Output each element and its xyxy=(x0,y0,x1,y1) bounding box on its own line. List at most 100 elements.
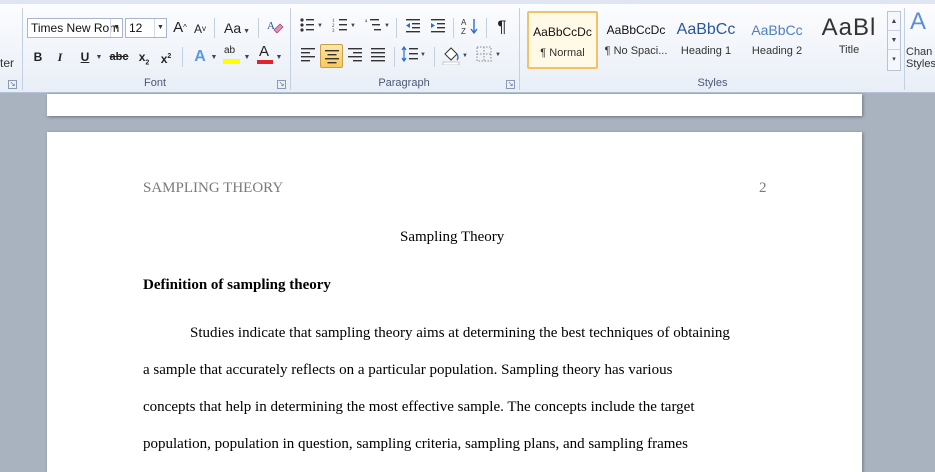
font-name-combo[interactable]: Times New Rom ▼ xyxy=(27,18,123,38)
previous-page-bottom xyxy=(47,94,862,116)
separator xyxy=(214,18,215,38)
clipboard-dialog-launcher[interactable]: ↘ xyxy=(8,80,17,89)
sort-icon[interactable]: AZ xyxy=(459,16,481,38)
separator xyxy=(258,18,259,38)
change-styles-label-2: Styles xyxy=(906,58,935,70)
paragraph-line: population, population in question, samp… xyxy=(143,436,688,452)
ribbon: ter ↘ Times New Rom ▼ 12 ▼ A^ Av Aa ▼ A … xyxy=(0,0,935,93)
chevron-down-icon[interactable]: ▼ xyxy=(275,46,283,68)
styles-group-label: Styles xyxy=(697,77,728,89)
style-no-spacing[interactable]: AaBbCcDc ¶ No Spaci... xyxy=(601,11,671,69)
svg-text:3: 3 xyxy=(332,29,335,34)
document-page[interactable]: SAMPLING THEORY 2 Sampling Theory Defini… xyxy=(47,132,862,472)
bullets-button[interactable]: ▼ xyxy=(298,16,324,38)
style-name: ¶ No Spaci... xyxy=(604,45,668,57)
svg-text:▼: ▼ xyxy=(495,52,501,58)
svg-text:▼: ▼ xyxy=(420,52,426,58)
style-sample: AaBbCc xyxy=(676,21,736,38)
svg-text:Z: Z xyxy=(461,27,466,36)
svg-text:▼: ▼ xyxy=(317,23,323,29)
separator xyxy=(396,18,397,38)
shading-icon[interactable]: ▼ xyxy=(440,45,470,67)
style-title[interactable]: AaBl Title xyxy=(816,11,882,69)
font-size-value: 12 xyxy=(129,21,143,35)
paragraph-line: Studies indicate that sampling theory ai… xyxy=(190,325,730,341)
change-styles-label-1: Chan xyxy=(906,46,933,58)
bold-button[interactable]: B xyxy=(29,46,47,68)
font-color-button[interactable]: A xyxy=(256,43,274,68)
separator xyxy=(486,18,487,38)
decrease-indent-icon[interactable] xyxy=(403,16,423,38)
style-sample: AaBl xyxy=(821,14,877,41)
highlight-color-button[interactable]: ab xyxy=(222,44,242,68)
font-group-label: Font xyxy=(143,77,166,89)
style-sample: AaBbCcDc xyxy=(533,25,592,39)
style-name: Title xyxy=(838,44,860,56)
style-name: Heading 1 xyxy=(680,45,732,57)
chevron-down-icon[interactable]: ▼ xyxy=(210,46,218,68)
svg-text:▼: ▼ xyxy=(350,23,356,29)
document-title: Sampling Theory xyxy=(400,229,505,245)
scroll-down-icon[interactable]: ▼ xyxy=(888,31,900,50)
running-head: SAMPLING THEORY xyxy=(143,180,284,196)
strikethrough-button[interactable]: abc xyxy=(108,46,130,68)
show-formatting-marks-button[interactable]: ¶ xyxy=(493,16,511,38)
separator xyxy=(394,47,395,67)
style-normal[interactable]: AaBbCcDc ¶ Normal xyxy=(527,11,598,69)
svg-text:▼: ▼ xyxy=(462,53,468,59)
chevron-down-icon[interactable]: ▼ xyxy=(95,46,103,68)
ribbon-top-strip xyxy=(0,0,935,4)
change-case-button[interactable]: Aa ▼ xyxy=(222,17,252,39)
italic-button[interactable]: I xyxy=(52,46,68,68)
separator xyxy=(453,18,454,38)
separator xyxy=(904,8,905,90)
grow-font-button[interactable]: A^ xyxy=(171,17,189,39)
underline-button[interactable]: U xyxy=(76,46,94,68)
subscript-button[interactable]: x2 xyxy=(136,46,152,68)
chevron-down-icon[interactable]: ▼ xyxy=(243,46,251,68)
chevron-down-icon[interactable]: ▼ xyxy=(154,19,166,37)
multilevel-list-button[interactable]: a ▼ xyxy=(364,16,392,38)
align-center-icon[interactable] xyxy=(320,44,343,68)
change-styles-icon: A xyxy=(910,8,927,35)
separator xyxy=(182,47,183,67)
svg-text:▼: ▼ xyxy=(384,23,390,29)
superscript-button[interactable]: x2 xyxy=(158,46,174,68)
styles-gallery: AaBbCcDc ¶ Normal AaBbCcDc ¶ No Spaci...… xyxy=(524,11,886,73)
align-left-icon[interactable] xyxy=(298,45,318,67)
svg-text:A: A xyxy=(461,18,467,27)
font-name-value: Times New Rom xyxy=(31,21,120,35)
scroll-up-icon[interactable]: ▲ xyxy=(888,12,900,31)
style-sample: AaBbCc xyxy=(751,22,803,38)
line-spacing-icon[interactable]: ▼ xyxy=(400,45,428,67)
text-effects-button[interactable]: A xyxy=(190,46,210,68)
paragraph-group-label: Paragraph xyxy=(378,77,430,89)
align-right-icon[interactable] xyxy=(345,45,365,67)
section-heading: Definition of sampling theory xyxy=(143,277,331,293)
style-name: Heading 2 xyxy=(751,45,803,57)
paragraph-dialog-launcher[interactable]: ↘ xyxy=(506,80,515,89)
svg-text:a: a xyxy=(365,19,368,24)
increase-indent-icon[interactable] xyxy=(428,16,448,38)
numbering-button[interactable]: 1 2 3 ▼ xyxy=(331,16,357,38)
chevron-down-icon[interactable]: ▼ xyxy=(110,19,122,37)
style-heading-2[interactable]: AaBbCc Heading 2 xyxy=(744,11,810,69)
shrink-font-button[interactable]: Av xyxy=(192,18,208,40)
justify-icon[interactable] xyxy=(368,45,388,67)
style-name: ¶ Normal xyxy=(540,47,585,59)
font-size-combo[interactable]: 12 ▼ xyxy=(125,18,167,38)
change-styles-button[interactable]: A Chan Styles xyxy=(906,10,935,76)
clear-formatting-icon[interactable]: A xyxy=(264,16,286,38)
more-styles-icon[interactable]: ▾ xyxy=(888,50,900,69)
paragraph-line: concepts that help in determining the mo… xyxy=(143,399,695,415)
highlight-swatch xyxy=(223,59,240,64)
clipboard-format-painter-label[interactable]: ter xyxy=(0,56,14,70)
borders-icon[interactable]: ▼ xyxy=(474,45,504,67)
document-area: SAMPLING THEORY 2 Sampling Theory Defini… xyxy=(0,94,935,472)
separator xyxy=(434,47,435,67)
font-dialog-launcher[interactable]: ↘ xyxy=(277,80,286,89)
styles-gallery-scroll: ▲ ▼ ▾ xyxy=(887,11,901,71)
style-sample: AaBbCcDc xyxy=(606,23,666,37)
style-heading-1[interactable]: AaBbCc Heading 1 xyxy=(673,11,739,69)
page-number: 2 xyxy=(759,180,767,196)
